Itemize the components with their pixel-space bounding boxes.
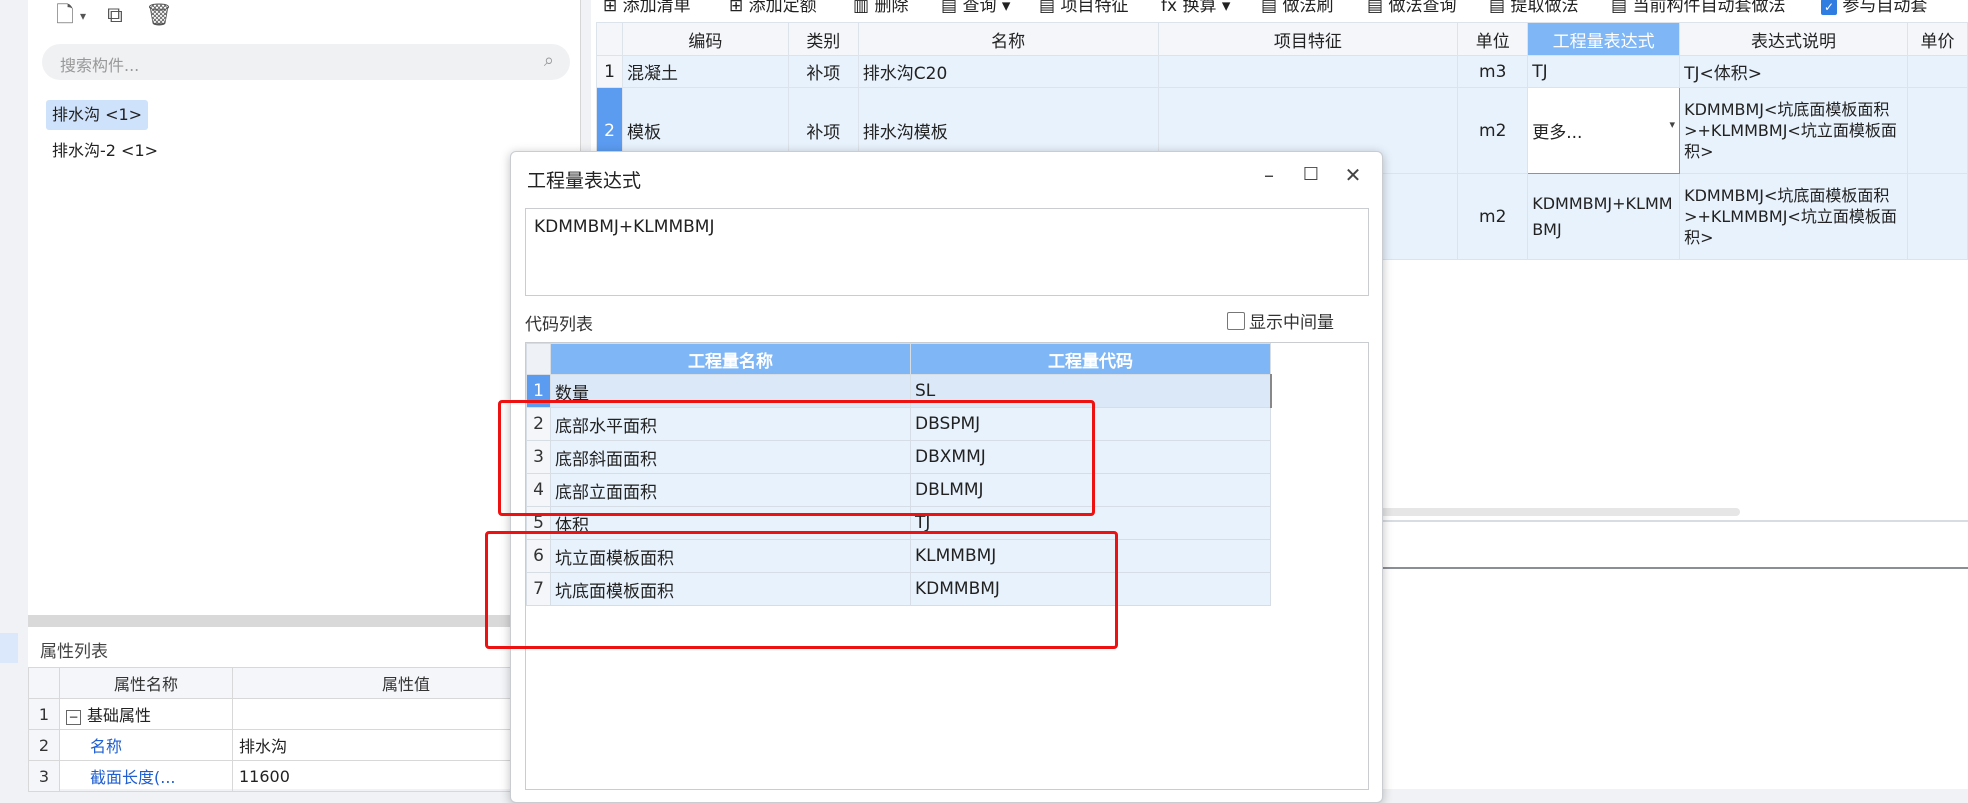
delete-button[interactable]: ▥ 删除 (853, 0, 908, 16)
col-quantity-name: 工程量名称 (550, 343, 911, 375)
dialog-title: 工程量表达式 (527, 170, 642, 192)
extract-method-button[interactable]: ▤ 提取做法 (1489, 0, 1578, 16)
col-unit: 单位 (1457, 22, 1529, 56)
table-row[interactable]: 1 − 基础属性 (28, 698, 580, 730)
close-icon[interactable]: ✕ (1340, 162, 1366, 188)
col-quantity-code: 工程量代码 (910, 343, 1271, 375)
table-row[interactable]: 2 名称 排水沟 (28, 729, 580, 761)
search-placeholder: 搜索构件... (60, 56, 140, 75)
corner-cell (526, 343, 551, 375)
corner-cell (28, 667, 60, 699)
auto-method-button[interactable]: ▤ 当前构件自动套做法 (1611, 0, 1785, 16)
item-feature-button[interactable]: ▤ 项目特征 (1039, 0, 1128, 16)
component-panel: 🗋 ▾ ⧉ 🗑 搜索构件... ⌕ 排水沟 <1> 排水沟-2 <1> (28, 0, 581, 615)
corner-cell (596, 22, 623, 56)
divider (1380, 520, 1968, 522)
participate-auto-checkbox[interactable]: ✓ 参与自动套 (1821, 0, 1927, 16)
chevron-down-icon[interactable]: ▾ (76, 2, 90, 30)
property-name: 截面长度(... (90, 768, 176, 787)
code-list-label: 代码列表 (525, 315, 593, 335)
add-quota-button[interactable]: ⊞ 添加定额 (729, 0, 817, 16)
col-type: 类别 (787, 22, 859, 56)
property-list: 属性列表 属性名称 属性值 1 − 基础属性 2 名称 排水沟 3 截面长度(..… (28, 627, 580, 792)
property-table: 属性名称 属性值 1 − 基础属性 2 名称 排水沟 3 截面长度(... 116… (28, 667, 580, 792)
col-price: 单价 (1906, 22, 1968, 56)
tree-item-drain-2[interactable]: 排水沟-2 <1> (46, 136, 164, 166)
col-property-name: 属性名称 (59, 667, 233, 699)
sidebar-marker (0, 633, 18, 663)
method-toolbar: ⊞ 添加清单 ⊞ 添加定额 ▥ 删除 ▤ 查询 ▾ ▤ 项目特征 fx 换算 ▾… (591, 0, 1968, 22)
delete-icon[interactable]: 🗑 (144, 2, 174, 30)
tree-item-drain[interactable]: 排水沟 <1> (46, 100, 149, 130)
component-search[interactable]: 搜索构件... ⌕ (42, 44, 570, 80)
col-code: 编码 (621, 22, 789, 56)
copy-icon[interactable]: ⧉ (100, 2, 130, 30)
method-brush-button[interactable]: ▤ 做法刷 (1261, 0, 1333, 16)
property-name: 名称 (90, 737, 123, 756)
col-description: 表达式说明 (1679, 22, 1908, 56)
query-button[interactable]: ▤ 查询 ▾ (941, 0, 1010, 16)
table-row[interactable]: 1 混凝土 补项 排水沟C20 m3 TJ TJ<体积> (596, 55, 1968, 88)
divider (1380, 567, 1968, 569)
maximize-icon[interactable]: ☐ (1298, 162, 1324, 188)
show-intermediate-checkbox[interactable]: 显示中间量 (1227, 308, 1334, 333)
method-query-button[interactable]: ▤ 做法查询 (1367, 0, 1456, 16)
search-icon[interactable]: ⌕ (544, 50, 554, 71)
property-list-title: 属性列表 (40, 642, 108, 662)
convert-button[interactable]: fx 换算 ▾ (1161, 0, 1230, 16)
chevron-down-icon[interactable]: ▾ (1670, 118, 1676, 131)
highlight-box-template-areas (485, 531, 1118, 649)
highlight-box-bottom-areas (498, 400, 1095, 516)
collapse-icon[interactable]: − (66, 710, 81, 725)
table-row[interactable]: 3 截面长度(... 11600 (28, 760, 580, 792)
col-expression: 工程量表达式 (1527, 22, 1681, 56)
expression-input[interactable]: KDMMBMJ+KLMMBMJ (525, 208, 1369, 296)
col-name: 名称 (857, 22, 1159, 56)
col-feature: 项目特征 (1157, 22, 1459, 56)
add-list-button[interactable]: ⊞ 添加清单 (603, 0, 691, 16)
property-name: 基础属性 (87, 706, 152, 725)
expression-dropdown[interactable]: 更多... ▾ (1527, 87, 1681, 174)
minimize-icon[interactable]: – (1256, 162, 1282, 188)
